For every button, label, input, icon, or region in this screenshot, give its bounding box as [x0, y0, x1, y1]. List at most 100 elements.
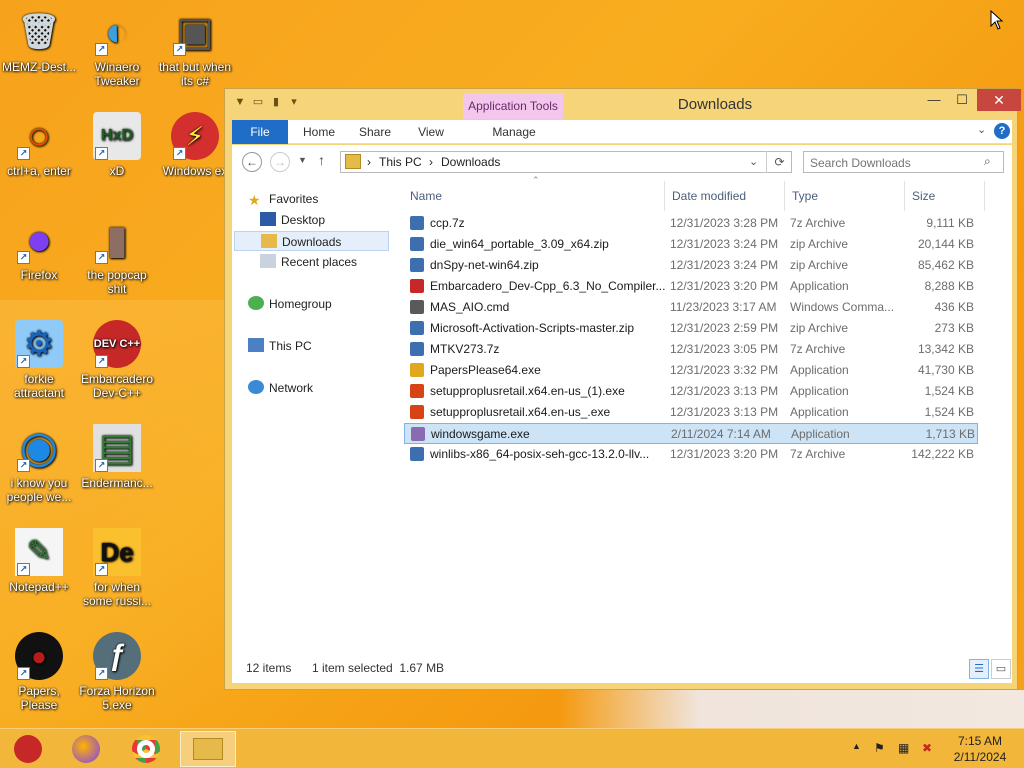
desktop-icon-winaero[interactable]: ◐ ↗ Winaero Tweaker: [78, 8, 156, 88]
volume-muted-icon[interactable]: ✖: [922, 741, 932, 755]
desktop-icon-label: Forza Horizon 5.exe: [79, 684, 155, 712]
network-tray-icon[interactable]: ▦: [898, 741, 909, 755]
nav-favorites[interactable]: ★ Favorites: [248, 189, 318, 209]
desktop-icon-papers-please[interactable]: ● ↗ Papers, Please: [0, 632, 78, 712]
folder-icon[interactable]: ▮: [269, 95, 283, 109]
file-size: 436 KB: [934, 300, 974, 314]
close-button[interactable]: ✕: [977, 89, 1021, 111]
desktop-icon-notepadpp[interactable]: ✎ ↗ Notepad++: [0, 528, 78, 594]
column-divider[interactable]: [784, 181, 785, 211]
show-hidden-icons-button[interactable]: ▲: [852, 741, 861, 751]
clock[interactable]: 7:15 AM 2/11/2024: [944, 733, 1016, 765]
column-divider[interactable]: [664, 181, 665, 211]
file-name: Microsoft-Activation-Scripts-master.zip: [430, 321, 635, 335]
desktop-icon-windows-ex[interactable]: ⚡ ↗ Windows ex: [156, 112, 234, 178]
taskbar-explorer-button[interactable]: [180, 731, 236, 767]
details-view-button[interactable]: ☰: [969, 659, 989, 679]
breadcrumb-downloads[interactable]: Downloads: [441, 155, 500, 169]
column-divider[interactable]: [904, 181, 905, 211]
search-box[interactable]: ⌕: [803, 151, 1004, 173]
desktop-icon-memz[interactable]: 🗑 MEMZ-Dest...: [0, 8, 78, 74]
back-button[interactable]: ←: [242, 152, 262, 172]
search-input[interactable]: [810, 154, 980, 172]
table-row[interactable]: Microsoft-Activation-Scripts-master.zip 1…: [404, 318, 978, 339]
table-row[interactable]: MTKV273.7z 12/31/2023 3:05 PM 7z Archive 13…: [404, 339, 978, 360]
desktop-icon-devcpp[interactable]: DEV C++ ↗ Embarcadero Dev-C++: [78, 320, 156, 400]
desktop-icon-chrome[interactable]: ◉ ↗ i know you people we...: [0, 424, 78, 505]
column-divider[interactable]: [984, 181, 985, 211]
properties-icon[interactable]: ▼: [233, 95, 247, 109]
address-separator[interactable]: ›: [367, 155, 371, 169]
address-dropdown-chevron-icon[interactable]: ⌄: [749, 155, 758, 168]
desktop-icon-de[interactable]: De ↗ for when some russi...: [78, 528, 156, 608]
magnifier-icon: ○ ↗: [15, 112, 63, 160]
file-name: winlibs-x86_64-posix-seh-gcc-13.2.0-llv.…: [430, 447, 650, 461]
desktop-icon-csharp[interactable]: ▣ ↗ that but when its c#: [156, 8, 234, 88]
tab-share[interactable]: Share: [350, 120, 400, 144]
file-date: 12/31/2023 3:20 PM: [670, 447, 779, 461]
context-tab-application-tools[interactable]: Application Tools: [463, 93, 563, 119]
new-folder-icon[interactable]: ▭: [251, 95, 265, 109]
maximize-button[interactable]: ☐: [949, 89, 975, 111]
column-header-name[interactable]: Name: [410, 189, 442, 203]
table-row[interactable]: winlibs-x86_64-posix-seh-gcc-13.2.0-llv.…: [404, 444, 978, 465]
desktop-icon-endermanch[interactable]: ▤ ↗ Endermanc...: [78, 424, 156, 490]
up-button[interactable]: ↑: [318, 152, 325, 168]
desktop-icon-firefox[interactable]: ● ↗ Firefox: [0, 216, 78, 282]
action-center-flag-icon[interactable]: ⚑: [874, 741, 885, 755]
table-row[interactable]: dnSpy-net-win64.zip 12/31/2023 3:24 PM zip…: [404, 255, 978, 276]
expand-ribbon-chevron-icon[interactable]: ⌄: [977, 123, 986, 136]
file-name: die_win64_portable_3.09_x64.zip: [430, 237, 609, 251]
large-icons-view-button[interactable]: ▭: [991, 659, 1011, 679]
desktop-icon-label: Notepad++: [9, 580, 69, 594]
breadcrumb-this-pc[interactable]: This PC: [379, 155, 422, 169]
shortcut-arrow-icon: ↗: [17, 667, 30, 680]
desktop-icon-forkie[interactable]: ⚙ ↗ forkie attractant: [0, 320, 78, 400]
file-date: 12/31/2023 3:24 PM: [670, 258, 779, 272]
downloads-folder-icon: [261, 234, 277, 248]
nav-recent-places[interactable]: Recent places: [260, 252, 357, 272]
recent-locations-chevron-icon[interactable]: ▼: [298, 155, 307, 165]
tab-file[interactable]: File: [232, 120, 288, 144]
tab-manage[interactable]: Manage: [464, 120, 564, 144]
desktop-icon-ctrl-a[interactable]: ○ ↗ ctrl+a, enter: [0, 112, 78, 178]
table-row[interactable]: PapersPlease64.exe 12/31/2023 3:32 PM Appl…: [404, 360, 978, 381]
tab-view[interactable]: View: [406, 120, 456, 144]
folder-icon: ▮ ↗: [93, 216, 141, 264]
nav-this-pc[interactable]: This PC: [248, 336, 312, 356]
column-header-date[interactable]: Date modified: [672, 189, 746, 203]
customize-chevron-icon[interactable]: ▾: [287, 95, 301, 109]
taskbar-chrome-button[interactable]: [118, 731, 174, 767]
column-header-type[interactable]: Type: [792, 189, 818, 203]
title-bar[interactable]: ▼ ▭ ▮ ▾ Application Tools Downloads — ☐ …: [225, 89, 1021, 119]
address-separator[interactable]: ›: [429, 155, 433, 169]
column-header-size[interactable]: Size: [912, 189, 935, 203]
table-row[interactable]: die_win64_portable_3.09_x64.zip 12/31/202…: [404, 234, 978, 255]
nav-homegroup[interactable]: Homegroup: [248, 294, 332, 314]
table-row[interactable]: Embarcadero_Dev-Cpp_6.3_No_Compiler... 12…: [404, 276, 978, 297]
table-row[interactable]: setupproplusretail.x64.en-us_(1).exe 12/3…: [404, 381, 978, 402]
desktop-icon-popcap[interactable]: ▮ ↗ the popcap shit: [78, 216, 156, 296]
table-row[interactable]: ccp.7z 12/31/2023 3:28 PM 7z Archive 9,111 …: [404, 213, 978, 234]
nav-desktop[interactable]: Desktop: [260, 210, 325, 230]
nav-downloads[interactable]: Downloads: [234, 231, 389, 251]
file-size: 142,222 KB: [911, 447, 974, 461]
table-row[interactable]: setupproplusretail.x64.en-us_.exe 12/31/2…: [404, 402, 978, 423]
taskbar-memz-button[interactable]: [0, 731, 56, 767]
forward-button[interactable]: →: [270, 152, 290, 172]
desktop-icon-hxd[interactable]: HxD ↗ xD: [78, 112, 156, 178]
table-row[interactable]: MAS_AIO.cmd 11/23/2023 3:17 AM Windows Com…: [404, 297, 978, 318]
file-type: zip Archive: [790, 258, 849, 272]
taskbar-firefox-button[interactable]: [58, 731, 114, 767]
desktop-icon-label: xD: [109, 164, 125, 178]
file-type: Application: [790, 384, 849, 398]
nav-network[interactable]: Network: [248, 378, 313, 398]
help-icon[interactable]: ?: [994, 123, 1010, 139]
minimize-button[interactable]: —: [921, 89, 947, 111]
tab-home[interactable]: Home: [294, 120, 344, 144]
address-bar[interactable]: › This PC › Downloads ⌄: [340, 151, 792, 173]
refresh-button[interactable]: ⟳: [766, 151, 792, 173]
table-row[interactable]: windowsgame.exe 2/11/2024 7:14 AM Applicat…: [404, 423, 978, 444]
desktop-icon-forza[interactable]: ƒ ↗ Forza Horizon 5.exe: [78, 632, 156, 712]
file-date: 2/11/2024 7:14 AM: [671, 427, 771, 441]
